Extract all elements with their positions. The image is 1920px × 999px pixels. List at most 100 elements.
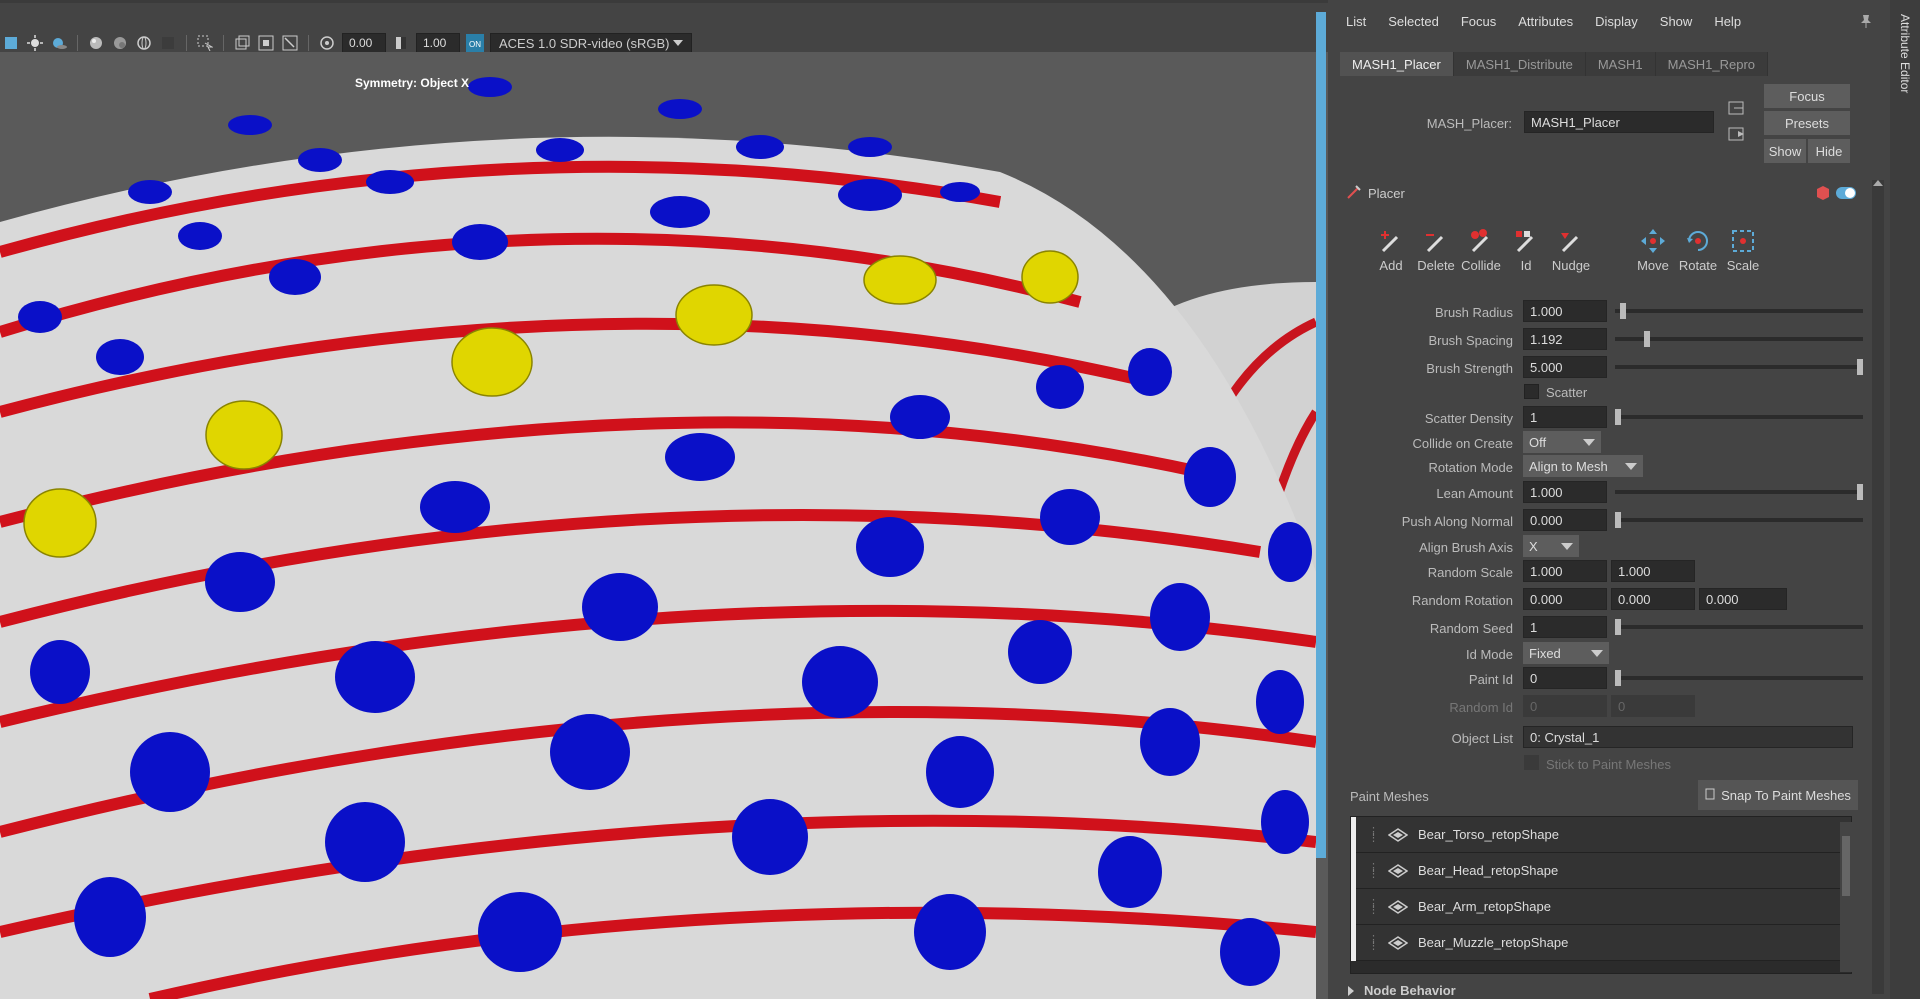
scatter-density-slider-handle[interactable] (1615, 409, 1621, 425)
brush-radius-slider[interactable] (1615, 309, 1863, 313)
random-rotation-field-1[interactable]: 0.000 (1523, 588, 1607, 610)
brush-spacing-slider[interactable] (1615, 337, 1863, 341)
paint-id-slider[interactable] (1615, 676, 1863, 680)
scale-tool[interactable]: Scale (1718, 224, 1768, 273)
drag-handle-icon[interactable]: ⋮ ⋮ (1368, 934, 1379, 951)
output-connections-icon[interactable] (1728, 126, 1748, 145)
attribute-editor-side-tab[interactable]: Attribute Editor (1890, 0, 1920, 999)
list-item[interactable]: ⋮ ⋮ Bear_Torso_retopShape (1351, 817, 1851, 853)
scatter-checkbox[interactable] (1524, 384, 1539, 399)
exposure-icon[interactable] (318, 34, 336, 52)
snap-icon[interactable] (281, 34, 299, 52)
hide-button[interactable]: Hide (1808, 139, 1850, 163)
exposure-field[interactable]: 0.00 (342, 33, 386, 53)
gamma-field[interactable]: 1.00 (416, 33, 460, 53)
select-icon[interactable] (196, 34, 214, 52)
menu-list[interactable]: List (1346, 14, 1366, 29)
menu-help[interactable]: Help (1714, 14, 1741, 29)
drag-handle-icon[interactable]: ⋮ ⋮ (1368, 826, 1379, 843)
tab-mash1-repro[interactable]: MASH1_Repro (1655, 52, 1769, 76)
random-scale-field-1[interactable]: 1.000 (1523, 560, 1607, 582)
rotate-tool[interactable]: Rotate (1673, 224, 1723, 273)
menu-attributes[interactable]: Attributes (1518, 14, 1573, 29)
lean-amount-slider-handle[interactable] (1857, 484, 1863, 500)
shadow-icon[interactable] (50, 34, 68, 52)
tab-mash1[interactable]: MASH1 (1585, 52, 1656, 76)
paint-meshes-scrollbar[interactable] (1840, 822, 1852, 972)
brush-radius-field[interactable]: 1.000 (1523, 300, 1607, 322)
id-mode-dropdown[interactable]: Fixed (1523, 642, 1609, 664)
color-management-icon[interactable]: ON (466, 34, 484, 52)
brush-spacing-slider-handle[interactable] (1644, 331, 1651, 347)
viewport-panel[interactable]: 0.00 1.00 ON ACES 1.0 SDR-video (sRGB) S… (0, 0, 1328, 999)
random-scale-field-2[interactable]: 1.000 (1611, 560, 1695, 582)
brush-spacing-field[interactable]: 1.192 (1523, 328, 1607, 350)
paint-id-field[interactable]: 0 (1523, 667, 1607, 689)
scroll-up-icon[interactable] (1873, 180, 1883, 186)
random-rotation-field-3[interactable]: 0.000 (1699, 588, 1787, 610)
show-button[interactable]: Show (1764, 139, 1806, 163)
sphere-icon[interactable] (87, 34, 105, 52)
chevron-down-icon (1561, 542, 1573, 550)
light-icon[interactable] (26, 34, 44, 52)
xray-icon[interactable] (2, 34, 20, 52)
id-tool[interactable]: Id (1501, 224, 1551, 273)
tab-mash1-distribute[interactable]: MASH1_Distribute (1453, 52, 1586, 76)
input-connections-icon[interactable] (1728, 100, 1748, 119)
push-along-normal-field[interactable]: 0.000 (1523, 509, 1607, 531)
lean-amount-field[interactable]: 1.000 (1523, 481, 1607, 503)
snap-to-paint-meshes-button[interactable]: Snap To Paint Meshes (1698, 780, 1858, 810)
delete-tool[interactable]: Delete (1411, 224, 1461, 273)
object-list-field[interactable]: 0: Crystal_1 (1523, 726, 1853, 748)
sphere-wire-icon[interactable] (135, 34, 153, 52)
collide-on-create-dropdown[interactable]: Off (1523, 431, 1601, 453)
push-along-normal-slider-handle[interactable] (1615, 512, 1621, 528)
random-seed-slider[interactable] (1615, 625, 1863, 629)
gamma-icon[interactable] (392, 34, 410, 52)
pin-icon[interactable] (1860, 14, 1872, 28)
random-rotation-field-2[interactable]: 0.000 (1611, 588, 1695, 610)
align-brush-axis-dropdown[interactable]: X (1523, 535, 1579, 557)
nudge-tool[interactable]: Nudge (1546, 224, 1596, 273)
collide-tool[interactable]: Collide (1456, 224, 1506, 273)
scatter-density-field[interactable]: 1 (1523, 406, 1607, 428)
add-tool[interactable]: Add (1366, 224, 1416, 273)
rotation-mode-dropdown[interactable]: Align to Mesh (1523, 455, 1643, 477)
scroll-thumb[interactable] (1842, 836, 1850, 896)
move-tool[interactable]: Move (1628, 224, 1678, 273)
isolate-icon[interactable] (159, 34, 177, 52)
menu-focus[interactable]: Focus (1461, 14, 1496, 29)
list-item[interactable]: ⋮ ⋮ Bear_Muzzle_retopShape (1351, 924, 1851, 961)
brush-strength-slider[interactable] (1615, 365, 1863, 369)
ae-scrollbar[interactable] (1872, 180, 1884, 994)
sphere-shaded-icon[interactable] (111, 34, 129, 52)
brush-strength-slider-handle[interactable] (1857, 359, 1863, 375)
drag-handle-icon[interactable]: ⋮ ⋮ (1368, 862, 1379, 879)
random-seed-field[interactable]: 1 (1523, 616, 1607, 638)
brush-radius-slider-handle[interactable] (1619, 303, 1626, 319)
node-state-icon[interactable] (1816, 185, 1830, 204)
push-along-normal-slider[interactable] (1615, 518, 1863, 522)
scatter-density-slider[interactable] (1615, 415, 1863, 419)
node-name-field[interactable]: MASH1_Placer (1524, 111, 1714, 133)
menu-show[interactable]: Show (1660, 14, 1693, 29)
frame-icon[interactable] (233, 34, 251, 52)
list-item[interactable]: ⋮ ⋮ Bear_Head_retopShape (1351, 852, 1851, 889)
lean-amount-slider[interactable] (1615, 490, 1863, 494)
list-item[interactable]: ⋮ ⋮ Bear_Arm_retopShape (1351, 888, 1851, 925)
drag-handle-icon[interactable]: ⋮ ⋮ (1368, 898, 1379, 915)
random-seed-slider-handle[interactable] (1615, 619, 1621, 635)
menu-display[interactable]: Display (1595, 14, 1638, 29)
brush-strength-field[interactable]: 5.000 (1523, 356, 1607, 378)
node-behavior-header[interactable]: Node Behavior (1348, 983, 1456, 998)
frame-all-icon[interactable] (257, 34, 275, 52)
viewport-scene[interactable] (0, 52, 1316, 999)
placer-frame-header[interactable]: Placer (1346, 180, 1856, 206)
enable-toggle[interactable] (1836, 187, 1856, 199)
paint-id-slider-handle[interactable] (1615, 670, 1621, 686)
presets-button[interactable]: Presets (1764, 111, 1850, 135)
focus-button[interactable]: Focus (1764, 84, 1850, 108)
color-space-dropdown[interactable]: ACES 1.0 SDR-video (sRGB) (490, 33, 692, 53)
menu-selected[interactable]: Selected (1388, 14, 1439, 29)
tab-mash1-placer[interactable]: MASH1_Placer (1340, 52, 1454, 76)
